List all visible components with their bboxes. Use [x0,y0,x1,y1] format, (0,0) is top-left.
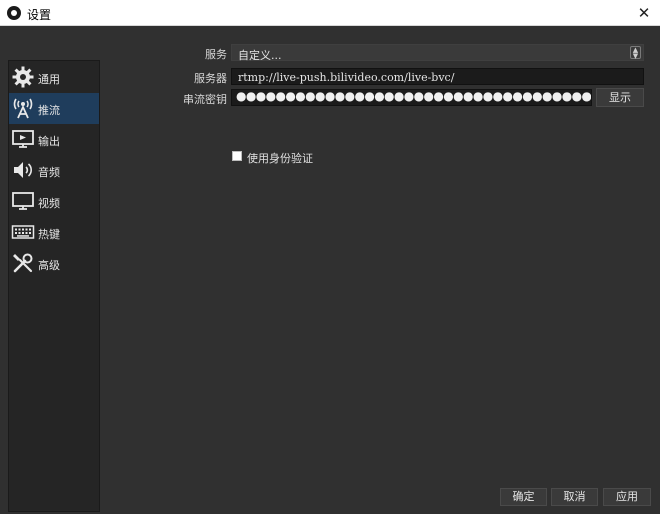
stream-key-label: 串流密钥 [183,93,227,106]
sidebar-item-video[interactable]: 视频 [9,186,99,217]
sidebar-item-general[interactable]: 通用 [9,62,99,93]
sidebar-item-label: 视频 [38,197,60,210]
stream-key-value: ●●●●●●●●●●●●●●●●●●●●●●●●●●●●●●●●●●●●●●●●… [236,89,591,103]
server-value: rtmp://live-push.bilivideo.com/live-bvc/ [238,71,455,84]
apply-button[interactable]: 应用 [603,488,651,506]
sidebar-item-label: 高级 [38,259,60,272]
use-auth-checkbox[interactable] [232,151,242,161]
sidebar-item-advanced[interactable]: 高级 [9,248,99,279]
output-monitor-icon [12,130,34,148]
sidebar-item-output[interactable]: 输出 [9,124,99,155]
service-select[interactable]: 自定义... ▲ ▼ [231,44,644,62]
title-bar: 设置 ✕ [0,0,660,26]
window-title: 设置 [27,8,52,22]
speaker-icon [14,162,33,178]
close-button[interactable]: ✕ [632,2,656,24]
sidebar-item-label: 通用 [38,73,60,86]
service-label: 服务 [205,48,227,61]
server-input[interactable]: rtmp://live-push.bilivideo.com/live-bvc/ [231,68,644,85]
sidebar-item-label: 热键 [38,228,60,241]
monitor-icon [12,192,34,210]
cancel-button[interactable]: 取消 [551,488,598,506]
sidebar-item-label: 音频 [38,166,60,179]
sidebar-item-audio[interactable]: 音频 [9,155,99,186]
sidebar-item-hotkeys[interactable]: 热键 [9,217,99,248]
server-label: 服务器 [194,72,227,85]
settings-sidebar: 通用 推流 输出 音频 视频 热键 高级 [8,60,100,512]
tools-icon [13,253,33,273]
stream-key-input[interactable]: ●●●●●●●●●●●●●●●●●●●●●●●●●●●●●●●●●●●●●●●●… [231,89,592,106]
chevron-updown-icon: ▲ ▼ [630,46,641,60]
sidebar-item-label: 推流 [38,104,60,117]
gear-icon [12,66,34,88]
keyboard-icon [11,225,35,239]
antenna-icon [13,98,33,119]
sidebar-item-label: 输出 [38,135,60,148]
show-key-button[interactable]: 显示 [596,88,644,107]
ok-button[interactable]: 确定 [500,488,547,506]
sidebar-item-stream[interactable]: 推流 [9,93,99,124]
use-auth-label[interactable]: 使用身份验证 [247,150,313,166]
obs-app-icon [7,6,21,20]
service-value: 自定义... [238,49,282,62]
